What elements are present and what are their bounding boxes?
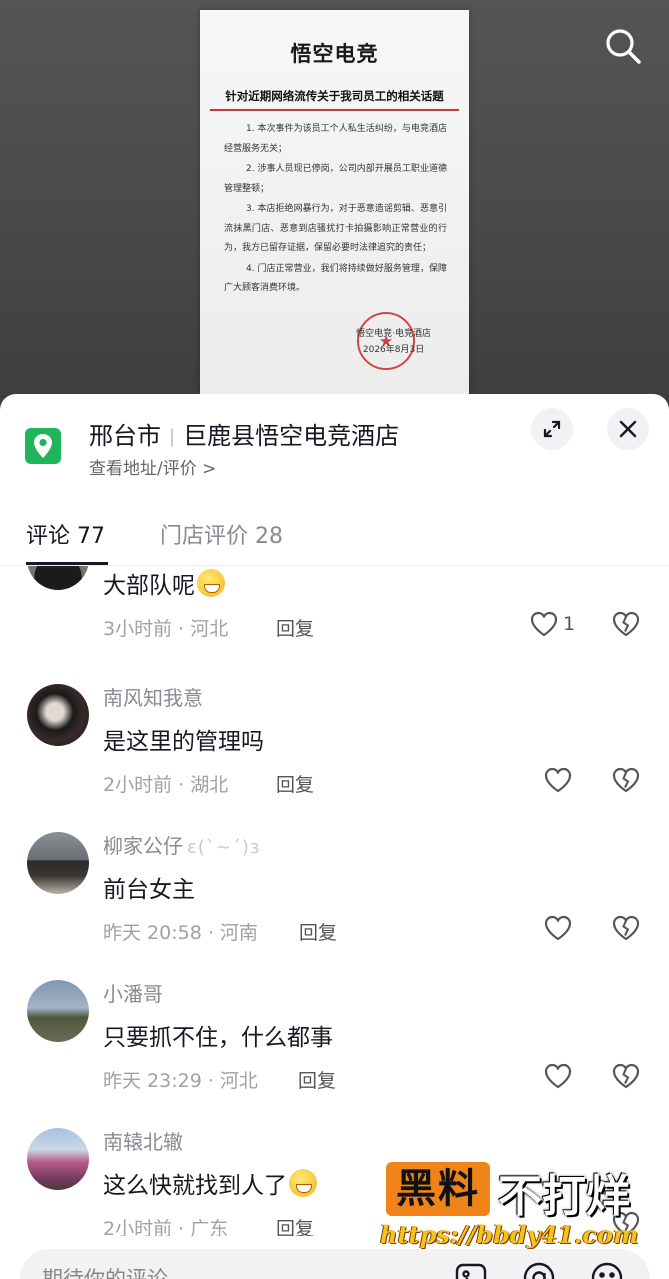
grin-emoji-icon bbox=[289, 1169, 317, 1197]
broken-heart-icon[interactable] bbox=[611, 610, 641, 642]
heart-icon bbox=[544, 767, 572, 793]
heart-icon bbox=[544, 915, 572, 941]
comment-sheet: 邢台市 | 巨鹿县悟空电竞酒店 查看地址/评价 > 评论 77 门店评价 28 大部… bbox=[0, 394, 669, 1279]
reply-button[interactable]: 回复 bbox=[298, 1066, 336, 1093]
comment-meta: 2小时前 · 广东 bbox=[103, 1218, 229, 1236]
broken-heart-icon[interactable] bbox=[611, 914, 641, 946]
video-background[interactable]: 悟空电竞 针对近期网络流传关于我司员工的相关话题 1. 本次事件为该员工个人私生… bbox=[0, 0, 669, 420]
like-button[interactable] bbox=[543, 1062, 573, 1090]
broken-heart-icon[interactable] bbox=[611, 1062, 641, 1094]
comment-text: 只要抓不住，什么都事 bbox=[103, 1025, 333, 1051]
comment-text: 前台女主 bbox=[103, 877, 195, 903]
comment-item: 大部队呢 3小时前 · 河北 回复 1 bbox=[0, 566, 669, 676]
image-icon[interactable] bbox=[454, 1261, 488, 1279]
reply-button[interactable]: 回复 bbox=[276, 1214, 314, 1236]
notice-body: 1. 本次事件为该员工个人私生活纠纷，与电竞酒店经营服务无关； 2. 涉事人员现… bbox=[224, 120, 447, 300]
reply-button[interactable]: 回复 bbox=[276, 614, 314, 641]
avatar[interactable] bbox=[27, 832, 89, 894]
comment-text: 大部队呢 bbox=[103, 566, 225, 600]
like-button[interactable] bbox=[543, 914, 573, 942]
username-decoration: ε(`~´)з bbox=[187, 837, 261, 858]
poi-divider: | bbox=[169, 426, 176, 447]
comment-username[interactable]: 南辕北辙 bbox=[103, 1126, 183, 1155]
notice-date: 2026年8月3日 bbox=[362, 345, 425, 355]
like-count: 1 bbox=[563, 613, 576, 635]
notice-signer: 悟空电竞·电竞酒店 bbox=[356, 329, 431, 339]
comment-item: 南风知我意 是这里的管理吗 2小时前 · 湖北 回复 bbox=[0, 684, 669, 832]
comment-text: 这么快就找到人了 bbox=[103, 1166, 317, 1200]
poi-header[interactable]: 邢台市 | 巨鹿县悟空电竞酒店 查看地址/评价 > bbox=[0, 394, 669, 494]
notice-item: 2. 涉事人员现已停岗，公司内部开展员工职业道德管理整顿； bbox=[224, 164, 447, 194]
notice-item: 3. 本店拒绝网暴行为，对于恶意造谣剪辑、恶意引流抹黑门店、恶意到店骚扰打卡拍摄… bbox=[224, 204, 447, 253]
comment-meta: 昨天 20:58 · 河南 bbox=[103, 922, 258, 944]
notice-signature: 悟空电竞·电竞酒店 2026年8月3日 bbox=[356, 326, 431, 358]
heart-icon bbox=[530, 611, 558, 637]
comment-meta: 3小时前 · 河北 bbox=[103, 618, 229, 640]
emoji-picker-icon[interactable] bbox=[590, 1261, 624, 1279]
emoji-icon bbox=[197, 569, 225, 597]
comment-username[interactable]: 柳家公仔 ε(`~´)з bbox=[103, 830, 260, 859]
comment-list[interactable]: 大部队呢 3小时前 · 河北 回复 1 南风知我意 是这里的管理吗 2小时前 ·… bbox=[0, 566, 669, 1236]
comment-username[interactable]: 小潘哥 bbox=[103, 978, 163, 1007]
heart-icon bbox=[544, 1063, 572, 1089]
notice-title: 针对近期网络流传关于我司员工的相关话题 bbox=[210, 88, 459, 111]
poi-city: 邢台市 bbox=[89, 422, 161, 450]
notice-item: 1. 本次事件为该员工个人私生活纠纷，与电竞酒店经营服务无关； bbox=[224, 124, 447, 154]
mention-icon[interactable] bbox=[522, 1261, 556, 1279]
close-icon[interactable] bbox=[607, 408, 649, 450]
reply-button[interactable]: 回复 bbox=[299, 918, 337, 945]
avatar[interactable] bbox=[27, 1128, 89, 1190]
broken-heart-icon[interactable] bbox=[611, 766, 641, 798]
comment-item: 柳家公仔 ε(`~´)з 前台女主 昨天 20:58 · 河南 回复 bbox=[0, 832, 669, 980]
tab-comments[interactable]: 评论 77 bbox=[26, 518, 105, 550]
notice-item: 4. 门店正常营业，我们将持续做好服务管理，保障广大顾客消费环境。 bbox=[224, 263, 447, 294]
watermark-black-label: 黑料 bbox=[386, 1162, 490, 1216]
poi-title[interactable]: 邢台市 | 巨鹿县悟空电竞酒店 bbox=[89, 416, 399, 451]
avatar[interactable] bbox=[27, 980, 89, 1042]
comment-meta: 2小时前 · 湖北 bbox=[103, 774, 229, 796]
like-button[interactable]: 1 bbox=[529, 610, 575, 638]
comment-item: 小潘哥 只要抓不住，什么都事 昨天 23:29 · 河北 回复 bbox=[0, 980, 669, 1128]
notice-logo: 悟空电竞 bbox=[290, 41, 379, 66]
watermark-url: https://bbdy41.com bbox=[380, 1220, 639, 1249]
comment-meta: 昨天 23:29 · 河北 bbox=[103, 1070, 258, 1092]
search-icon[interactable] bbox=[603, 26, 643, 66]
avatar[interactable] bbox=[27, 566, 89, 590]
watermark-white-label: 不打烊 bbox=[498, 1171, 630, 1222]
announcement-image: 悟空电竞 针对近期网络流传关于我司员工的相关话题 1. 本次事件为该员工个人私生… bbox=[200, 10, 469, 410]
poi-store-name: 巨鹿县悟空电竞酒店 bbox=[183, 422, 400, 450]
tab-store-reviews[interactable]: 门店评价 28 bbox=[160, 518, 283, 550]
active-tab-indicator bbox=[26, 562, 108, 565]
comment-input[interactable]: 期待你的评论 bbox=[42, 1263, 168, 1279]
expand-icon[interactable] bbox=[531, 408, 573, 450]
comment-tabs: 评论 77 门店评价 28 bbox=[0, 512, 669, 566]
location-pin-icon bbox=[25, 428, 61, 464]
comment-text: 是这里的管理吗 bbox=[103, 729, 264, 755]
avatar[interactable] bbox=[27, 684, 89, 746]
reply-button[interactable]: 回复 bbox=[276, 770, 314, 797]
comment-username[interactable]: 南风知我意 bbox=[103, 682, 203, 711]
site-watermark: 黑料 不打烊 https://bbdy41.com bbox=[380, 1158, 665, 1254]
comment-input-bar[interactable]: 期待你的评论 bbox=[20, 1249, 650, 1279]
view-address-link[interactable]: 查看地址/评价 > bbox=[89, 454, 216, 479]
like-button[interactable] bbox=[543, 766, 573, 794]
